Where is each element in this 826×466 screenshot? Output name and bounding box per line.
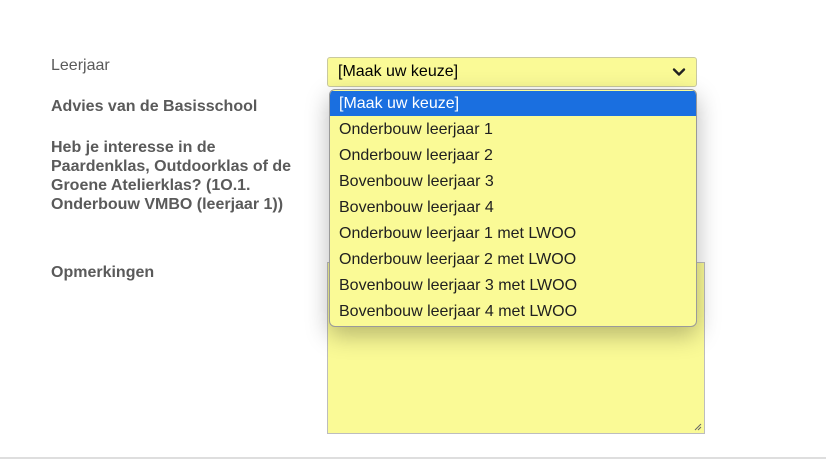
dropdown-option-bovenbouw-3[interactable]: Bovenbouw leerjaar 3	[330, 169, 696, 194]
dropdown-option-bovenbouw-3-lwoo[interactable]: Bovenbouw leerjaar 3 met LWOO	[330, 273, 696, 298]
dropdown-option-maak-uw-keuze[interactable]: [Maak uw keuze]	[330, 91, 696, 116]
interesse-label: Heb je interesse in de Paardenklas, Outd…	[51, 139, 292, 213]
leerjaar-select[interactable]: [Maak uw keuze]	[327, 57, 697, 87]
leerjaar-dropdown-list: [Maak uw keuze] Onderbouw leerjaar 1 Ond…	[329, 89, 697, 327]
form-page: Leerjaar [Maak uw keuze] Advies van de B…	[0, 0, 826, 466]
dropdown-option-onderbouw-2-lwoo[interactable]: Onderbouw leerjaar 2 met LWOO	[330, 247, 696, 272]
dropdown-option-bovenbouw-4[interactable]: Bovenbouw leerjaar 4	[330, 195, 696, 220]
footer-divider	[0, 457, 826, 459]
dropdown-option-onderbouw-2[interactable]: Onderbouw leerjaar 2	[330, 143, 696, 168]
leerjaar-label: Leerjaar	[51, 57, 110, 74]
chevron-down-icon[interactable]	[672, 65, 686, 79]
dropdown-option-onderbouw-1-lwoo[interactable]: Onderbouw leerjaar 1 met LWOO	[330, 221, 696, 246]
opmerkingen-label: Opmerkingen	[51, 264, 155, 281]
resize-handle-icon[interactable]	[692, 421, 702, 431]
dropdown-option-bovenbouw-4-lwoo[interactable]: Bovenbouw leerjaar 4 met LWOO	[330, 299, 696, 324]
leerjaar-select-value: [Maak uw keuze]	[338, 63, 459, 80]
dropdown-option-onderbouw-1[interactable]: Onderbouw leerjaar 1	[330, 117, 696, 142]
advies-label: Advies van de Basisschool	[51, 98, 258, 115]
